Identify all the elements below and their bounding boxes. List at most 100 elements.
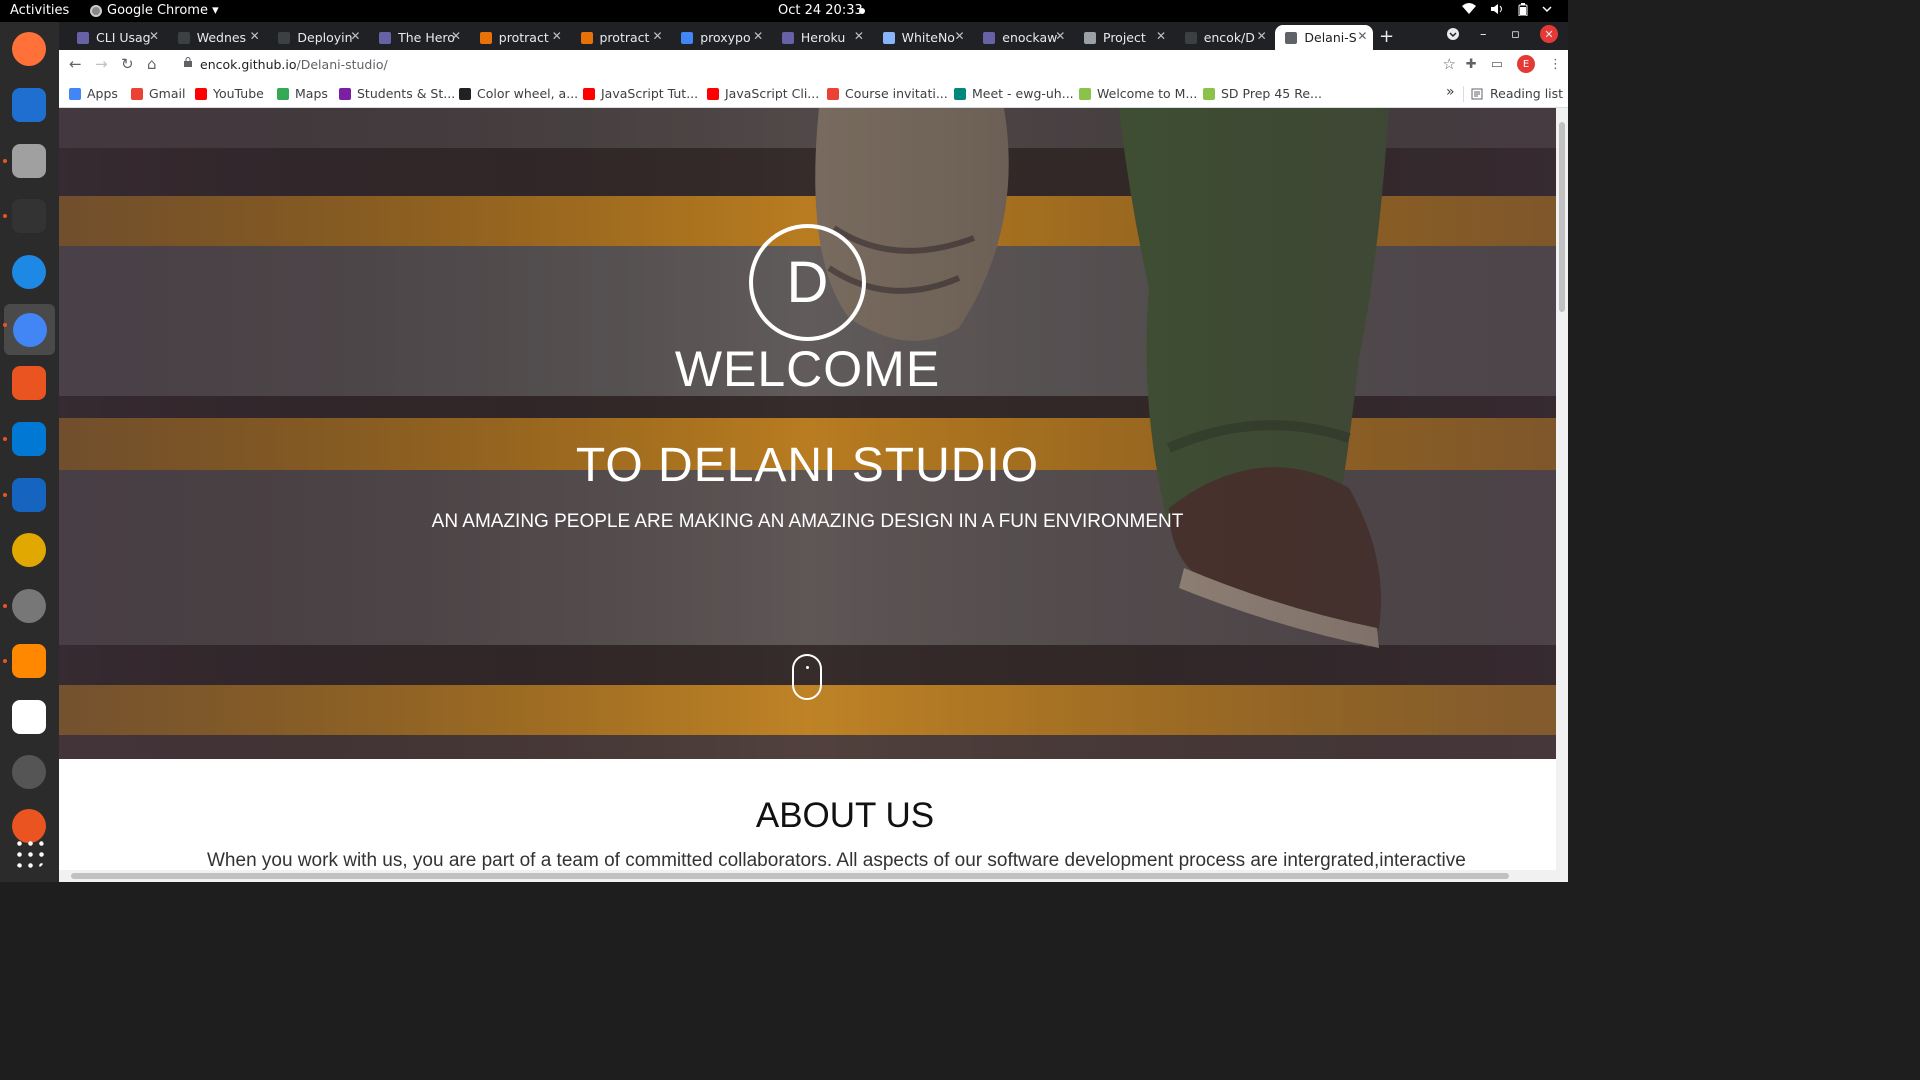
bookmark-item[interactable]: Meet - ewg-uh...: [954, 86, 1074, 101]
bookmark-item[interactable]: Welcome to M...: [1079, 86, 1197, 101]
adobe-color-icon: [459, 87, 471, 100]
slack-icon[interactable]: [8, 696, 50, 738]
close-tab-icon[interactable]: ✕: [1055, 29, 1065, 43]
hero-subtitle: TO DELANI STUDIO: [575, 439, 1040, 492]
settings-icon[interactable]: [8, 585, 50, 627]
vscode-icon[interactable]: [8, 418, 50, 460]
bookmark-item[interactable]: JavaScript Cli...: [707, 86, 819, 101]
app-menu[interactable]: Google Chrome ▾: [90, 3, 219, 18]
browser-tab[interactable]: Deployin ✕: [268, 25, 366, 50]
bookmark-item[interactable]: Gmail: [131, 86, 185, 101]
browser-tab[interactable]: WhiteNo ✕: [873, 25, 971, 50]
updater-icon[interactable]: [8, 751, 50, 793]
activities-button[interactable]: Activities: [10, 3, 69, 18]
browser-tab[interactable]: Project ✕: [1074, 25, 1172, 50]
clock[interactable]: Oct 24 20:33: [778, 3, 863, 18]
close-tab-icon[interactable]: ✕: [753, 29, 763, 43]
browser-tab[interactable]: Wednes ✕: [168, 25, 266, 50]
youtube-icon: [583, 87, 595, 100]
show-apps-icon[interactable]: [8, 832, 50, 874]
close-tab-icon[interactable]: ✕: [552, 29, 562, 43]
bookmark-item[interactable]: Course invitati...: [827, 86, 948, 101]
close-tab-icon[interactable]: ✕: [350, 29, 360, 43]
menu-kebab-icon[interactable]: ⋮: [1549, 57, 1562, 72]
browser-tab[interactable]: CLI Usag ✕: [67, 25, 165, 50]
gmail-icon: [131, 87, 143, 100]
rhythmbox-icon[interactable]: [8, 529, 50, 571]
scroll-down-mouse-icon[interactable]: [792, 654, 822, 700]
system-tray[interactable]: [1462, 3, 1552, 16]
bookmark-label: Gmail: [149, 86, 186, 101]
browser-tab[interactable]: enockaw ✕: [973, 25, 1071, 50]
browser-tab[interactable]: encok/D ✕: [1175, 25, 1273, 50]
doc-icon: [882, 31, 895, 44]
close-tab-icon[interactable]: ✕: [652, 29, 662, 43]
close-tab-icon[interactable]: ✕: [1357, 29, 1367, 43]
back-icon[interactable]: ←: [69, 55, 82, 73]
software-center-icon[interactable]: [8, 362, 50, 404]
extensions-icon[interactable]: ✚: [1466, 57, 1477, 72]
logo-letter: D: [786, 250, 829, 315]
bookmark-item[interactable]: SD Prep 45 Re...: [1203, 86, 1322, 101]
browser-tab[interactable]: The Hero ✕: [369, 25, 467, 50]
close-window-icon[interactable]: ✕: [1540, 25, 1558, 43]
ubuntu-dock: [0, 22, 59, 882]
close-tab-icon[interactable]: ✕: [955, 29, 965, 43]
firefox-icon[interactable]: [8, 28, 50, 70]
bookmark-item[interactable]: Maps: [277, 86, 328, 101]
browser-tab[interactable]: protract ✕: [470, 25, 568, 50]
tab-search-icon[interactable]: [1446, 27, 1460, 45]
address-bar[interactable]: encok.github.io/Delani-studio/ ☆: [172, 53, 1462, 77]
bookmark-label: Meet - ewg-uh...: [972, 86, 1074, 101]
files-icon[interactable]: [8, 140, 50, 182]
bookmark-item[interactable]: YouTube: [195, 86, 264, 101]
new-tab-button[interactable]: +: [1379, 26, 1394, 47]
browser-toolbar: ← → ↻ ⌂ encok.github.io/Delani-studio/ ☆…: [59, 50, 1568, 80]
vlc-icon[interactable]: [8, 640, 50, 682]
close-tab-icon[interactable]: ✕: [854, 29, 864, 43]
close-tab-icon[interactable]: ✕: [1257, 29, 1267, 43]
browser-tab[interactable]: protract ✕: [571, 25, 669, 50]
vscode-icon-glyph: [12, 422, 46, 456]
tab-title: protract: [498, 30, 549, 45]
chrome-icon[interactable]: [4, 304, 55, 355]
cast-icon[interactable]: ▭: [1491, 57, 1503, 72]
heroku-icon: [379, 31, 392, 44]
help-icon[interactable]: [8, 251, 50, 293]
bookmark-star-icon[interactable]: ☆: [1443, 55, 1456, 73]
minimize-icon[interactable]: –: [1480, 27, 1487, 42]
horizontal-scroll-thumb[interactable]: [71, 873, 1509, 879]
hero-title: WELCOME: [674, 341, 941, 397]
home-icon[interactable]: ⌂: [147, 55, 157, 73]
horizontal-scrollbar[interactable]: [59, 870, 1556, 882]
vertical-scrollbar[interactable]: [1556, 108, 1568, 882]
close-tab-icon[interactable]: ✕: [149, 29, 159, 43]
thunderbird-icon[interactable]: [8, 84, 50, 126]
bookmark-label: Color wheel, a...: [477, 86, 579, 101]
close-tab-icon[interactable]: ✕: [451, 29, 461, 43]
reload-icon[interactable]: ↻: [121, 55, 134, 73]
profile-avatar[interactable]: E: [1517, 55, 1535, 73]
firefox-icon-glyph: [12, 32, 46, 66]
more-bookmarks-icon[interactable]: »: [1446, 84, 1455, 100]
browser-tab[interactable]: proxypo ✕: [671, 25, 769, 50]
bookmark-item[interactable]: JavaScript Tut...: [583, 86, 698, 101]
browser-tab[interactable]: Heroku ✕: [772, 25, 870, 50]
restore-icon[interactable]: ▫: [1511, 27, 1520, 42]
close-tab-icon[interactable]: ✕: [250, 29, 260, 43]
classroom-icon: [339, 87, 351, 100]
close-tab-icon[interactable]: ✕: [1156, 29, 1166, 43]
writer-icon[interactable]: [8, 474, 50, 516]
battery-icon: [1518, 3, 1528, 16]
reading-list-button[interactable]: Reading list: [1471, 86, 1563, 101]
bookmark-item[interactable]: Color wheel, a...: [459, 86, 578, 101]
vertical-scroll-thumb[interactable]: [1559, 122, 1565, 312]
bookmark-item[interactable]: Students & St...: [339, 86, 455, 101]
forward-icon[interactable]: →: [95, 55, 108, 73]
youtube-icon: [707, 87, 719, 100]
bookmark-item[interactable]: Apps: [69, 86, 118, 101]
terminal-icon[interactable]: [8, 195, 50, 237]
notification-dot-icon: [859, 8, 865, 14]
wifi-icon: [1462, 3, 1476, 14]
browser-tab[interactable]: Delani-S ✕: [1275, 25, 1374, 50]
